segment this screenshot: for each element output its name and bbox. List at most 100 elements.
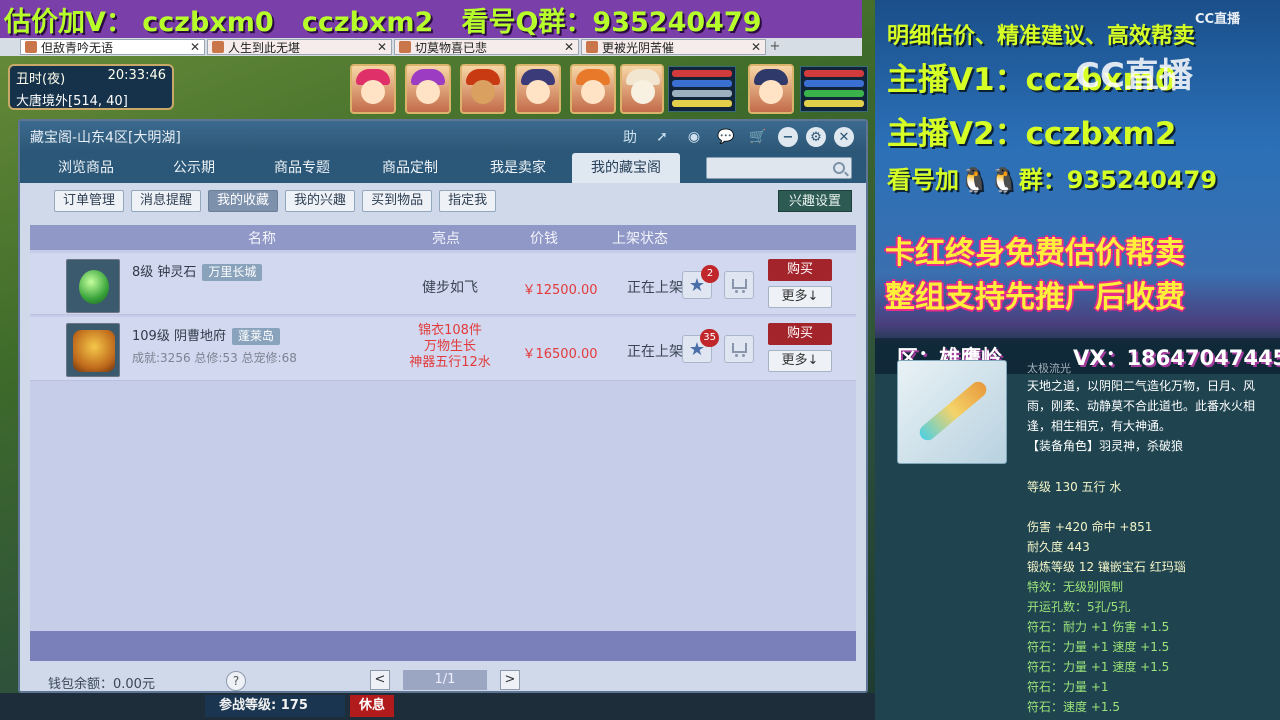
item-roles: 【装备角色】羽灵神，杀破狼	[1027, 439, 1184, 453]
party-portrait[interactable]	[515, 64, 561, 114]
favorite-button[interactable]: ★ 35	[682, 329, 719, 363]
dialog-title-bar[interactable]: 藏宝阁-山东4区[大明湖] 助 ➚ ◉ 💬 🛒 − ⚙ ✕	[20, 121, 866, 153]
table-row[interactable]: 109级 阴曹地府 蓬莱岛 成就:3256 总修:53 总宠修:68 锦衣108件…	[30, 317, 856, 381]
item-name-line: 109级 阴曹地府 蓬莱岛	[132, 325, 280, 345]
item-description: 天地之道，以阴阳二气造化万物，日月、风雨，刚柔、动静莫不合此道也。此番水火相逢，…	[1027, 379, 1256, 433]
item-level: 等级 130 五行 水	[1027, 480, 1122, 494]
party-portrait[interactable]	[350, 64, 396, 114]
item-thumbnail[interactable]	[66, 259, 120, 313]
cc-live-logo: CC直播	[1195, 12, 1241, 27]
column-name: 名称	[248, 231, 276, 247]
window-tab[interactable]: 但敌青吟无语 ✕	[20, 39, 205, 55]
window-tab-label: 人生到此无堪	[228, 40, 301, 55]
item-thumbnail[interactable]	[66, 323, 120, 377]
close-icon[interactable]: ✕	[751, 40, 761, 54]
item-name: 太极流光	[1027, 362, 1071, 375]
item-damage: 伤害 +420 命中 +851	[1027, 520, 1153, 534]
add-to-cart-button[interactable]	[724, 335, 754, 363]
close-icon[interactable]: ✕	[190, 40, 200, 54]
buy-button[interactable]: 购买	[768, 259, 832, 281]
share-icon[interactable]: ➚	[650, 125, 674, 149]
add-to-cart-button[interactable]	[724, 271, 754, 299]
more-button[interactable]: 更多↓	[768, 350, 832, 372]
highlight-line: 神器五行12水	[409, 355, 491, 370]
favorites-table: 名称 亮点 价钱 上架状态 8级 钟灵石 万里长城 健步如飞 ￥12500.00 …	[30, 225, 856, 635]
favorite-count-badge: 35	[700, 329, 719, 347]
subtab-purchased[interactable]: 买到物品	[362, 190, 433, 212]
character-icon	[399, 41, 411, 53]
item-highlight: 锦衣108件 万物生长 神器五行12水	[390, 323, 510, 371]
stream-side-panel: CC直播 明细估价、精准建议、高效帮卖 主播V1：cczbxm0 CC直播 主播…	[875, 0, 1280, 720]
window-tab[interactable]: 切莫物喜已悲 ✕	[394, 39, 579, 55]
cart-icon[interactable]: 🛒	[746, 125, 770, 149]
chat-icon[interactable]: 💬	[714, 125, 738, 149]
cart-icon	[732, 279, 747, 293]
interest-settings-button[interactable]: 兴趣设置	[777, 190, 852, 212]
item-special: 特效：无级别限制	[1027, 580, 1124, 594]
status-bars	[668, 66, 736, 112]
item-slots: 开运孔数：5孔/5孔	[1027, 600, 1131, 614]
search-input[interactable]	[706, 157, 852, 179]
promo-banner: 卡红终身免费估价帮卖	[885, 236, 1185, 271]
help-button[interactable]: 助	[618, 125, 642, 149]
rest-button[interactable]: 休息	[350, 695, 394, 717]
window-tab-bar: 但敌青吟无语 ✕ 人生到此无堪 ✕ 切莫物喜已悲 ✕ 更被光阴苦催 ✕ +	[0, 38, 862, 56]
cart-icon	[732, 343, 747, 357]
subtab-messages[interactable]: 消息提醒	[131, 190, 202, 212]
server-tag: 蓬莱岛	[231, 328, 280, 345]
search-icon[interactable]	[833, 162, 845, 174]
table-footer-bar	[30, 631, 856, 661]
window-tab[interactable]: 更被光阴苦催 ✕	[581, 39, 766, 55]
close-icon[interactable]: ✕	[564, 40, 574, 54]
item-image	[897, 360, 1007, 464]
buy-button[interactable]: 购买	[768, 323, 832, 345]
item-name-line: 8级 钟灵石 万里长城	[132, 261, 263, 281]
status-bars	[800, 66, 868, 112]
item-name: 109级 阴曹地府	[132, 329, 226, 344]
minimize-icon[interactable]: −	[778, 127, 798, 147]
favorite-button[interactable]: ★ 2	[682, 265, 719, 299]
tab-my-pavilion[interactable]: 我的藏宝阁	[572, 153, 680, 183]
column-highlight: 亮点	[432, 231, 460, 247]
column-status: 上架状态	[612, 231, 668, 247]
tab-browse[interactable]: 浏览商品	[32, 153, 140, 183]
add-tab-icon[interactable]: +	[768, 40, 782, 54]
close-icon[interactable]: ✕	[834, 127, 854, 147]
subtab-assigned[interactable]: 指定我	[439, 190, 497, 212]
close-icon[interactable]: ✕	[377, 40, 387, 54]
subtab-favorites[interactable]: 我的收藏	[208, 190, 279, 212]
tab-custom[interactable]: 商品定制	[356, 153, 464, 183]
item-price: ￥16500.00	[522, 347, 598, 362]
dialog-title: 藏宝阁-山东4区[大明湖]	[30, 130, 181, 146]
item-highlight: 健步如飞	[422, 280, 478, 296]
player-portrait[interactable]	[748, 64, 794, 114]
table-header: 名称 亮点 价钱 上架状态	[30, 225, 856, 250]
tab-seller[interactable]: 我是卖家	[464, 153, 572, 183]
sub-nav: 订单管理 消息提醒 我的收藏 我的兴趣 买到物品 指定我	[54, 190, 497, 212]
item-rune: 符石：耐力 +1 伤害 +1.5	[1027, 620, 1170, 634]
column-price: 价钱	[530, 231, 558, 247]
game-clock-panel[interactable]: 丑时(夜) 20:33:46 大唐境外[514, 40]	[8, 64, 174, 110]
window-tab-label: 更被光阴苦催	[602, 40, 675, 55]
help-icon[interactable]: ?	[226, 671, 246, 691]
party-portrait[interactable]	[405, 64, 451, 114]
party-portrait[interactable]	[570, 64, 616, 114]
contact-label: VX：18647047445	[1073, 346, 1280, 370]
next-page-button[interactable]: >	[500, 670, 520, 690]
window-tab-label: 切莫物喜已悲	[415, 40, 488, 55]
subtab-orders[interactable]: 订单管理	[54, 190, 125, 212]
window-tab[interactable]: 人生到此无堪 ✕	[207, 39, 392, 55]
tab-topics[interactable]: 商品专题	[248, 153, 356, 183]
settings-icon[interactable]: ⚙	[806, 127, 826, 147]
page-indicator: 1/1	[403, 670, 487, 690]
tab-public[interactable]: 公示期	[140, 153, 248, 183]
subtab-interests[interactable]: 我的兴趣	[285, 190, 356, 212]
highlight-line: 锦衣108件	[418, 323, 482, 338]
table-row[interactable]: 8级 钟灵石 万里长城 健步如飞 ￥12500.00 正在上架 ★ 2 购买 更多…	[30, 253, 856, 315]
record-icon[interactable]: ◉	[682, 125, 706, 149]
game-bottom-bar	[0, 693, 875, 720]
pet-portrait[interactable]	[620, 64, 664, 114]
prev-page-button[interactable]: <	[370, 670, 390, 690]
party-portrait[interactable]	[460, 64, 506, 114]
more-button[interactable]: 更多↓	[768, 286, 832, 308]
